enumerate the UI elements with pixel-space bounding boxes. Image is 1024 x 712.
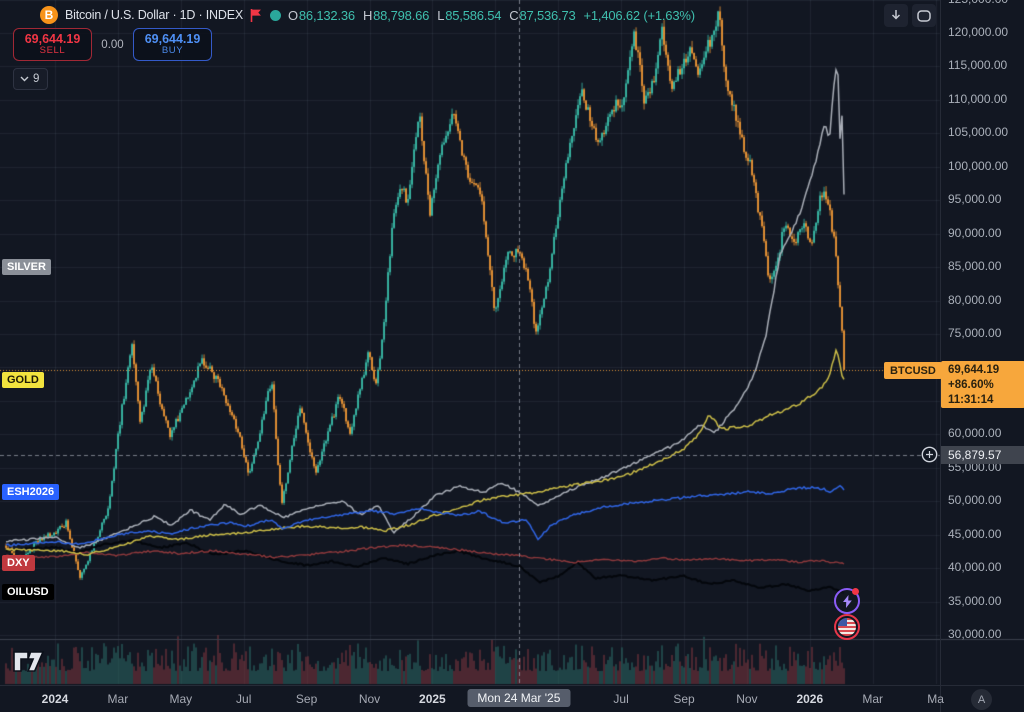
price-tick-label: 75,000.00 bbox=[948, 326, 1001, 340]
flag-icon[interactable] bbox=[250, 8, 263, 23]
price-tick-label: 40,000.00 bbox=[948, 560, 1001, 574]
legend-collapse-chip[interactable]: 9 bbox=[13, 68, 48, 90]
fullscreen-button[interactable] bbox=[912, 4, 936, 27]
btc-symbol-chip: BTCUSD bbox=[884, 362, 942, 379]
time-tick-label: Jul bbox=[236, 692, 251, 706]
tradingview-logo[interactable] bbox=[12, 649, 46, 679]
time-tick-label: Sep bbox=[296, 692, 317, 706]
price-tick-label: 125,000.00 bbox=[948, 0, 1008, 6]
price-tick-label: 60,000.00 bbox=[948, 426, 1001, 440]
series-label-silver[interactable]: SILVER bbox=[2, 259, 51, 275]
price-chart-canvas[interactable] bbox=[0, 0, 1024, 712]
sell-label: SELL bbox=[40, 46, 66, 57]
us-flag-icon bbox=[838, 618, 856, 636]
download-button[interactable] bbox=[884, 4, 908, 27]
market-status-dot-icon bbox=[270, 10, 281, 21]
trade-panel: 69,644.19 SELL 0.00 69,644.19 BUY bbox=[13, 28, 212, 61]
legend-chip-count: 9 bbox=[33, 73, 39, 85]
price-tick-label: 35,000.00 bbox=[948, 594, 1001, 608]
price-tick-label: 45,000.00 bbox=[948, 527, 1001, 541]
trading-chart-window: { "header": { "title": "Bitcoin / U.S. D… bbox=[0, 0, 1024, 712]
buy-button[interactable]: 69,644.19 BUY bbox=[133, 28, 212, 61]
sell-price: 69,644.19 bbox=[25, 32, 81, 46]
ohlc-high-value: 88,798.66 bbox=[373, 8, 429, 23]
price-tick-label: 120,000.00 bbox=[948, 25, 1008, 39]
lightning-bolt-icon bbox=[842, 595, 853, 608]
time-tick-label: Ma bbox=[927, 692, 944, 706]
price-tick-label: 30,000.00 bbox=[948, 627, 1001, 641]
series-label-gold[interactable]: GOLD bbox=[2, 372, 44, 388]
series-label-esh2026[interactable]: ESH2026 bbox=[2, 484, 59, 500]
ohlc-change: +1,406.62 (+1.63%) bbox=[584, 8, 695, 23]
ohlc-close-label: C bbox=[509, 8, 518, 23]
ohlc-low-value: 85,586.54 bbox=[445, 8, 501, 23]
crosshair-plus-button[interactable] bbox=[921, 446, 938, 468]
economic-events-button[interactable] bbox=[834, 614, 860, 640]
time-tick-label: Mar bbox=[108, 692, 129, 706]
ohlc-high-label: H bbox=[363, 8, 372, 23]
buy-label: BUY bbox=[162, 46, 183, 57]
btc-last-price-badge: 69,644.19 +86.60% 11:31:14 bbox=[941, 361, 1024, 408]
symbol-legend: B Bitcoin / U.S. Dollar · 1D · INDEX O86… bbox=[40, 5, 695, 25]
symbol-title[interactable]: Bitcoin / U.S. Dollar · 1D · INDEX bbox=[65, 8, 243, 22]
chevron-down-icon bbox=[20, 76, 29, 82]
price-tick-label: 110,000.00 bbox=[948, 92, 1007, 106]
ohlc-open-label: O bbox=[288, 8, 298, 23]
time-axis[interactable]: 2024 Mar May Jul Sep Nov 2025 Mon 24 Mar '25 Jul… bbox=[0, 685, 1024, 712]
crosshair-price-badge: 56,879.57 bbox=[941, 446, 1024, 464]
ohlc-open-value: 86,132.36 bbox=[299, 8, 355, 23]
sell-button[interactable]: 69,644.19 SELL bbox=[13, 28, 92, 61]
time-tick-label: Mar bbox=[862, 692, 883, 706]
btc-badge-countdown: 11:31:14 bbox=[948, 393, 1024, 408]
fullscreen-frame-icon bbox=[917, 10, 931, 22]
time-tick-label: 2025 bbox=[419, 692, 446, 706]
price-axis[interactable]: 10 K 30,000.0035,000.0040,000.0045,000.0… bbox=[940, 0, 1024, 712]
time-tick-label: May bbox=[169, 692, 192, 706]
download-arrow-icon bbox=[890, 9, 902, 22]
spread-value: 0.00 bbox=[92, 39, 133, 51]
price-tick-label: 115,000.00 bbox=[948, 58, 1007, 72]
ohlc-readout: O86,132.36 H88,798.66 L85,586.54 C87,536… bbox=[288, 8, 695, 23]
crosshair-date-badge: Mon 24 Mar '25 bbox=[467, 689, 570, 707]
bitcoin-icon: B bbox=[40, 6, 58, 24]
price-tick-label: 50,000.00 bbox=[948, 493, 1001, 507]
time-tick-label: Nov bbox=[736, 692, 757, 706]
price-tick-label: 105,000.00 bbox=[948, 125, 1008, 139]
time-tick-label: 2024 bbox=[42, 692, 69, 706]
time-tick-label: Jul bbox=[613, 692, 628, 706]
price-tick-label: 95,000.00 bbox=[948, 192, 1001, 206]
price-tick-label: 90,000.00 bbox=[948, 226, 1001, 240]
ohlc-low-label: L bbox=[437, 8, 444, 23]
price-tick-label: 80,000.00 bbox=[948, 293, 1001, 307]
btc-badge-change: +86.60% bbox=[948, 378, 1024, 393]
notification-dot bbox=[852, 588, 859, 595]
ohlc-close-value: 87,536.73 bbox=[519, 8, 575, 23]
time-tick-label: Nov bbox=[359, 692, 380, 706]
price-tick-label: 100,000.00 bbox=[948, 159, 1008, 173]
series-label-oilusd[interactable]: OILUSD bbox=[2, 584, 54, 600]
series-label-dxy[interactable]: DXY bbox=[2, 555, 35, 571]
key-events-button[interactable] bbox=[834, 588, 860, 614]
time-tick-label: 2026 bbox=[796, 692, 823, 706]
time-tick-label: Sep bbox=[673, 692, 694, 706]
buy-price: 69,644.19 bbox=[145, 32, 201, 46]
btc-badge-price: 69,644.19 bbox=[948, 363, 1024, 378]
price-tick-label: 85,000.00 bbox=[948, 259, 1001, 273]
